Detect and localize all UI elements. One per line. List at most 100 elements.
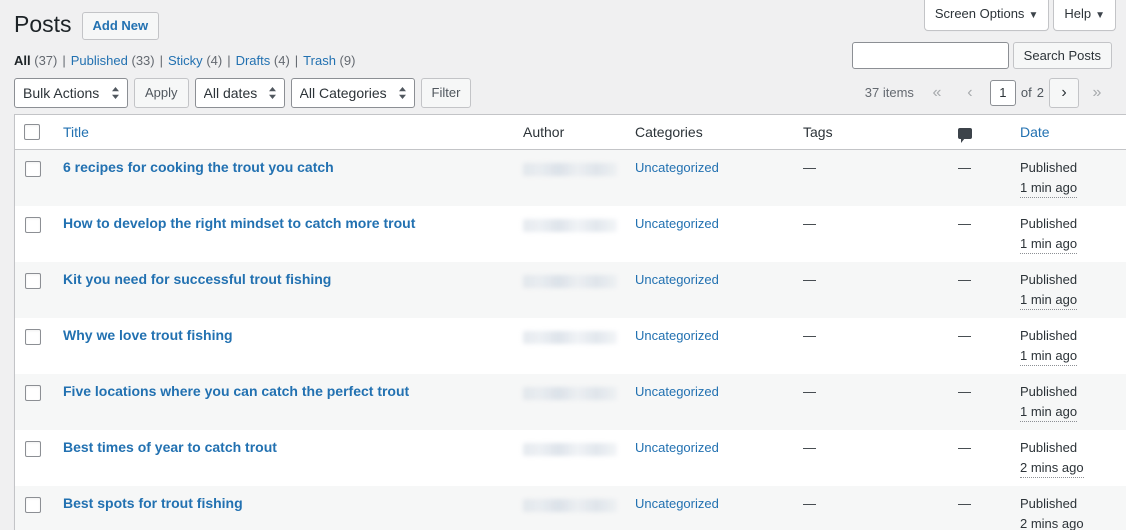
table-nav-top: Bulk Actions Apply All dates All Categor… — [14, 78, 1112, 108]
post-title-link[interactable]: Why we love trout fishing — [63, 326, 233, 346]
column-header-comments[interactable] — [948, 115, 1010, 150]
last-page-button[interactable]: » — [1082, 78, 1112, 108]
row-author-cell — [513, 206, 625, 262]
row-date-cell: Published 1 min ago — [1010, 318, 1126, 374]
row-checkbox[interactable] — [25, 273, 41, 289]
search-posts-button[interactable]: Search Posts — [1013, 42, 1112, 69]
column-header-title[interactable]: Title — [53, 115, 513, 150]
status-link-published-label[interactable]: Published — [71, 53, 128, 68]
status-link-published[interactable]: Published (33) — [71, 48, 155, 74]
categories-filter-select[interactable]: All Categories — [291, 78, 415, 108]
bulk-actions-select-wrapper: Bulk Actions — [14, 78, 128, 108]
status-link-all[interactable]: All (37) — [14, 48, 57, 74]
category-link[interactable]: Uncategorized — [635, 328, 719, 343]
filter-button[interactable]: Filter — [421, 78, 472, 108]
status-link-sticky-label[interactable]: Sticky — [168, 53, 203, 68]
post-title-link[interactable]: Five locations where you can catch the p… — [63, 382, 409, 402]
author-name-redacted — [523, 163, 617, 176]
items-count: 37 items — [865, 85, 914, 100]
search-input[interactable] — [852, 42, 1009, 69]
category-link[interactable]: Uncategorized — [635, 440, 719, 455]
select-all-checkbox[interactable] — [24, 124, 40, 140]
first-page-button[interactable]: « — [922, 78, 952, 108]
row-title-cell: Five locations where you can catch the p… — [53, 374, 513, 430]
row-checkbox[interactable] — [25, 217, 41, 233]
row-title-cell: Best times of year to catch trout — [53, 430, 513, 486]
row-checkbox[interactable] — [25, 441, 41, 457]
category-link[interactable]: Uncategorized — [635, 384, 719, 399]
row-checkbox[interactable] — [25, 497, 41, 513]
status-link-published-count: (33) — [132, 53, 155, 68]
status-link-trash-count: (9) — [340, 53, 356, 68]
post-status-text: Published — [1020, 384, 1077, 399]
row-comments-cell: — — [948, 374, 1010, 430]
post-status-text: Published — [1020, 496, 1077, 511]
row-categories-cell: Uncategorized — [625, 206, 793, 262]
sort-by-date-link[interactable]: Date — [1020, 124, 1050, 140]
post-title-link[interactable]: 6 recipes for cooking the trout you catc… — [63, 158, 334, 178]
paging-input: of 2 — [990, 80, 1044, 106]
author-name-redacted — [523, 443, 617, 456]
row-title-cell: Why we love trout fishing — [53, 318, 513, 374]
column-header-tags-label: Tags — [803, 124, 833, 140]
row-author-cell — [513, 486, 625, 530]
column-header-author: Author — [513, 115, 625, 150]
row-categories-cell: Uncategorized — [625, 318, 793, 374]
category-link[interactable]: Uncategorized — [635, 496, 719, 511]
row-select-cell — [15, 430, 53, 486]
bulk-actions-select[interactable]: Bulk Actions — [14, 78, 128, 108]
row-author-cell — [513, 262, 625, 318]
row-select-cell — [15, 486, 53, 530]
row-date-cell: Published 2 mins ago — [1010, 486, 1126, 530]
post-title-link[interactable]: Kit you need for successful trout fishin… — [63, 270, 331, 290]
column-header-date[interactable]: Date — [1010, 115, 1126, 150]
post-title-link[interactable]: Best times of year to catch trout — [63, 438, 277, 458]
table-row: Five locations where you can catch the p… — [15, 374, 1126, 430]
row-select-cell — [15, 262, 53, 318]
post-relative-time: 1 min ago — [1020, 346, 1077, 367]
status-link-sticky[interactable]: Sticky (4) — [168, 48, 222, 74]
post-status-text: Published — [1020, 272, 1077, 287]
status-link-all-label[interactable]: All — [14, 53, 31, 68]
posts-table-body: 6 recipes for cooking the trout you catc… — [15, 150, 1126, 530]
post-relative-time: 1 min ago — [1020, 290, 1077, 311]
row-checkbox[interactable] — [25, 385, 41, 401]
status-separator: | — [57, 48, 70, 74]
search-box: Search Posts — [852, 42, 1112, 69]
posts-table: Title Author Categories Tags Date — [14, 114, 1126, 530]
row-categories-cell: Uncategorized — [625, 486, 793, 530]
dates-filter-select[interactable]: All dates — [195, 78, 285, 108]
row-select-cell — [15, 374, 53, 430]
status-link-all-count: (37) — [34, 53, 57, 68]
row-date-cell: Published 1 min ago — [1010, 262, 1126, 318]
row-checkbox[interactable] — [25, 329, 41, 345]
row-date-cell: Published 1 min ago — [1010, 206, 1126, 262]
row-comments-cell: — — [948, 318, 1010, 374]
post-relative-time: 1 min ago — [1020, 402, 1077, 423]
next-page-button[interactable]: › — [1049, 78, 1079, 108]
row-tags-cell: — — [793, 430, 948, 486]
row-title-cell: How to develop the right mindset to catc… — [53, 206, 513, 262]
apply-button[interactable]: Apply — [134, 78, 189, 108]
row-checkbox[interactable] — [25, 161, 41, 177]
add-new-button[interactable]: Add New — [82, 12, 160, 40]
category-link[interactable]: Uncategorized — [635, 216, 719, 231]
status-link-trash-label[interactable]: Trash — [303, 53, 336, 68]
row-categories-cell: Uncategorized — [625, 374, 793, 430]
post-title-link[interactable]: Best spots for trout fishing — [63, 494, 243, 514]
status-link-drafts-label[interactable]: Drafts — [236, 53, 271, 68]
row-author-cell — [513, 150, 625, 206]
prev-page-button[interactable]: ‹ — [955, 78, 985, 108]
post-title-link[interactable]: How to develop the right mindset to catc… — [63, 214, 415, 234]
status-link-drafts[interactable]: Drafts (4) — [236, 48, 290, 74]
row-author-cell — [513, 374, 625, 430]
post-relative-time: 2 mins ago — [1020, 458, 1084, 479]
category-link[interactable]: Uncategorized — [635, 272, 719, 287]
total-pages: 2 — [1037, 85, 1044, 100]
current-page-input[interactable] — [990, 80, 1016, 106]
status-separator: | — [222, 48, 235, 74]
category-link[interactable]: Uncategorized — [635, 160, 719, 175]
status-link-trash[interactable]: Trash (9) — [303, 48, 355, 74]
table-row: 6 recipes for cooking the trout you catc… — [15, 150, 1126, 206]
sort-by-title-link[interactable]: Title — [63, 124, 89, 140]
